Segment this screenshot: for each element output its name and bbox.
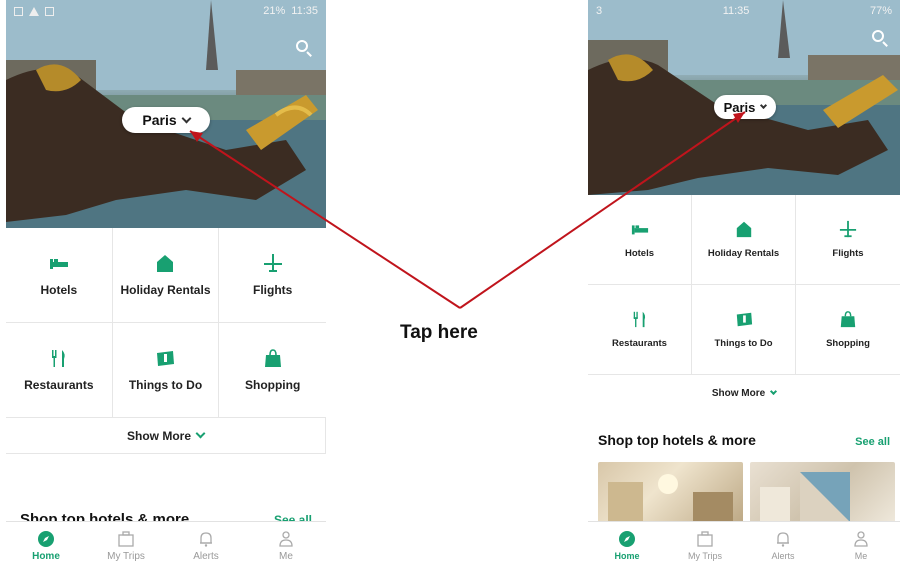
ios-screen: 3 11:35 77% Paris Hotels Holiday Rentals… — [588, 0, 900, 569]
category-label: Shopping — [244, 378, 301, 392]
show-more-label: Show More — [126, 428, 191, 443]
category-grid: Hotels Holiday Rentals Flights Restauran… — [588, 195, 900, 375]
suitcase-icon — [118, 530, 134, 547]
bell-icon — [200, 531, 212, 547]
city-selector[interactable]: Paris — [122, 107, 210, 133]
paris-hero-image: 3 11:35 77% Paris — [588, 0, 900, 195]
category-hotels[interactable]: Hotels — [588, 195, 692, 285]
see-all-link[interactable]: See all — [855, 436, 890, 448]
category-shopping[interactable]: Shopping — [219, 323, 326, 418]
warning-icon — [29, 6, 39, 16]
tab-label: Home — [614, 551, 640, 561]
category-label: Holiday Rentals — [120, 283, 211, 297]
category-grid: Hotels Holiday Rentals Flights Restauran… — [6, 228, 326, 418]
category-things-to-do[interactable]: Things to Do — [692, 285, 796, 375]
fork-knife-icon — [51, 350, 65, 367]
category-label: Hotels — [40, 283, 78, 297]
category-label: Shopping — [826, 338, 870, 349]
house-icon — [736, 221, 751, 238]
bottom-tab-bar: Home My Trips Alerts Me — [6, 521, 326, 569]
plane-icon — [839, 220, 857, 238]
bottom-tab-bar: Home My Trips Alerts Me — [588, 521, 900, 569]
category-label: Things to Do — [128, 378, 203, 392]
tab-home[interactable]: Home — [6, 522, 86, 569]
category-label: Restaurants — [612, 338, 667, 349]
paris-hero-image: 21% 11:35 Paris — [6, 0, 326, 228]
bell-icon — [777, 532, 789, 547]
show-more-label: Show More — [711, 387, 766, 399]
category-flights[interactable]: Flights — [219, 228, 326, 323]
clock: 11:35 — [291, 5, 318, 17]
battery-percent: 21% — [263, 5, 286, 17]
person-icon — [279, 530, 293, 547]
city-name: Paris — [723, 99, 756, 115]
category-flights[interactable]: Flights — [796, 195, 900, 285]
mail-icon — [45, 6, 54, 16]
search-icon[interactable] — [296, 40, 314, 58]
tab-alerts[interactable]: Alerts — [166, 522, 246, 569]
show-more-button[interactable]: Show More — [6, 418, 326, 454]
chevron-down-icon — [760, 101, 768, 109]
tab-label: Me — [854, 551, 868, 561]
city-selector[interactable]: Paris — [714, 95, 776, 119]
category-holiday-rentals[interactable]: Holiday Rentals — [692, 195, 796, 285]
tab-label: Alerts — [193, 550, 219, 562]
android-screen: 21% 11:35 Paris Hotels Holiday Rentals F… — [6, 0, 326, 569]
show-more-button[interactable]: Show More — [588, 375, 900, 411]
bed-icon — [49, 259, 68, 269]
category-shopping[interactable]: Shopping — [796, 285, 900, 375]
compass-icon — [38, 530, 54, 547]
battery-percent: 77% — [869, 5, 892, 17]
shopping-bag-icon — [840, 311, 856, 328]
category-things-to-do[interactable]: Things to Do — [112, 323, 220, 418]
tap-here-callout: Tap here — [400, 322, 478, 343]
category-label: Flights — [832, 248, 864, 259]
gallery-icon — [14, 6, 23, 16]
category-label: Flights — [252, 283, 293, 297]
category-label: Things to Do — [714, 338, 773, 349]
chevron-down-icon — [181, 113, 192, 123]
tab-label: Home — [32, 550, 60, 562]
person-icon — [854, 531, 868, 547]
shop-section-header: Shop top hotels & more See all — [588, 432, 900, 448]
status-bar: 3 11:35 77% — [588, 0, 900, 22]
ticket-icon — [736, 312, 752, 327]
carrier: 3 — [596, 5, 603, 17]
tab-my-trips[interactable]: My Trips — [666, 522, 744, 569]
category-holiday-rentals[interactable]: Holiday Rentals — [112, 228, 220, 323]
category-restaurants[interactable]: Restaurants — [6, 323, 113, 418]
tab-home[interactable]: Home — [588, 522, 666, 569]
tab-label: Me — [279, 550, 293, 562]
tab-my-trips[interactable]: My Trips — [86, 522, 166, 569]
category-restaurants[interactable]: Restaurants — [588, 285, 692, 375]
city-name: Paris — [142, 112, 177, 128]
tab-label: My Trips — [687, 551, 722, 561]
category-label: Hotels — [624, 248, 655, 259]
plane-icon — [263, 254, 282, 272]
tab-label: Alerts — [771, 551, 795, 561]
ticket-icon — [157, 351, 175, 366]
status-bar: 21% 11:35 — [6, 0, 326, 22]
suitcase-icon — [697, 531, 713, 547]
house-icon — [157, 255, 174, 272]
shopping-bag-icon — [264, 349, 281, 367]
fork-knife-icon — [633, 311, 645, 328]
chevron-down-icon — [770, 387, 778, 395]
tab-me[interactable]: Me — [246, 522, 326, 569]
tab-alerts[interactable]: Alerts — [744, 522, 822, 569]
bed-icon — [631, 225, 648, 235]
category-label: Restaurants — [24, 378, 94, 392]
chevron-down-icon — [195, 428, 206, 439]
clock: 11:35 — [722, 5, 750, 17]
tab-label: My Trips — [107, 550, 145, 562]
tab-me[interactable]: Me — [822, 522, 900, 569]
search-icon[interactable] — [872, 30, 890, 48]
compass-icon — [619, 531, 635, 547]
shop-title: Shop top hotels & more — [598, 432, 756, 448]
category-label: Holiday Rentals — [707, 248, 780, 259]
category-hotels[interactable]: Hotels — [6, 228, 113, 323]
